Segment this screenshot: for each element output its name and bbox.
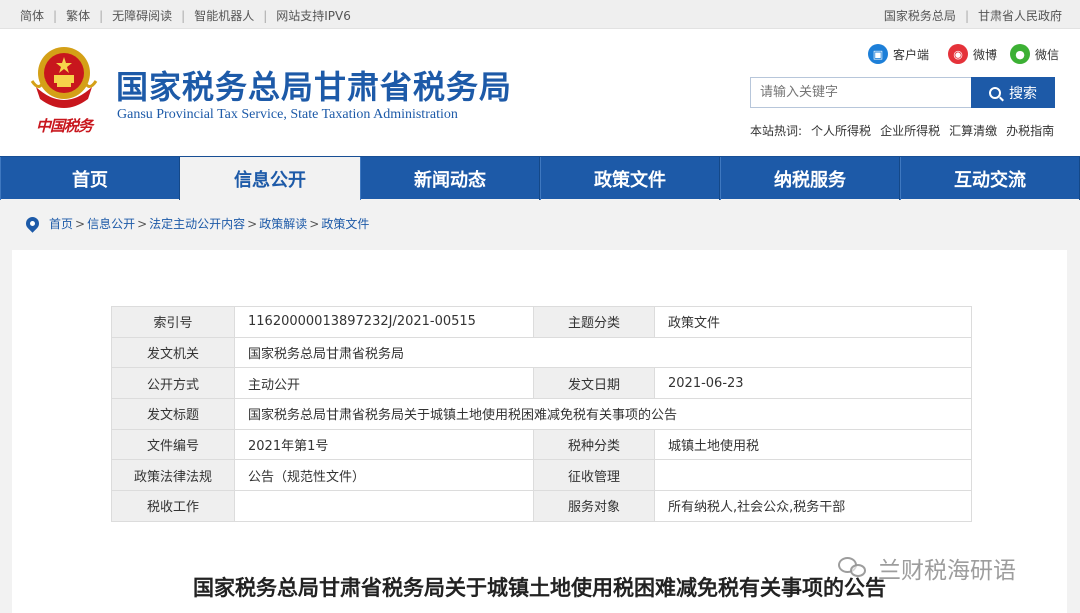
nav-home[interactable]: 首页 [0,157,180,200]
table-row: 政策法律法规 公告（规范性文件） 征收管理 [111,459,972,492]
breadcrumb-item[interactable]: 政策解读 [259,215,307,232]
wechat-bubbles-icon [838,557,868,579]
meta-label: 征收管理 [533,459,655,492]
hotword-link[interactable]: 个人所得税 [811,122,871,139]
breadcrumb-item[interactable]: 信息公开 [87,215,135,232]
meta-value: 11620000013897232J/2021-00515 [234,306,534,338]
logo-caption: 中国税务 [36,117,93,135]
breadcrumb-separator: > [309,216,320,231]
table-row: 税收工作 服务对象 所有纳税人,社会公众,税务干部 [111,490,972,522]
divider: | [99,8,104,23]
meta-label: 发文标题 [111,398,235,430]
search-input[interactable] [750,77,971,108]
wechat-icon: ● [1010,44,1030,64]
top-left-links: 简体 | 繁体 | 无障碍阅读 | 智能机器人 | 网站支持IPV6 [20,7,351,24]
hotword-link[interactable]: 办税指南 [1006,122,1054,139]
hotwords-label: 本站热词: [750,124,803,138]
watermark-text: 兰财税海研语 [878,558,1016,584]
watermark: 兰财税海研语 [838,551,1016,585]
breadcrumb-separator: > [247,216,258,231]
breadcrumb-item[interactable]: 政策文件 [321,215,369,232]
meta-label: 服务对象 [533,490,655,522]
site-header: 中国税务 国家税务总局甘肃省税务局 Gansu Provincial Tax S… [0,29,1080,156]
meta-value: 所有纳税人,社会公众,税务干部 [654,490,972,522]
table-row: 发文标题 国家税务总局甘肃省税务局关于城镇土地使用税困难减免税有关事项的公告 [111,398,972,430]
breadcrumb-item[interactable]: 法定主动公开内容 [149,215,245,232]
table-row: 公开方式 主动公开 发文日期 2021-06-23 [111,367,972,400]
site-title[interactable]: 国家税务总局甘肃省税务局 [116,62,512,108]
search-button-label: 搜索 [1009,85,1037,102]
meta-value: 公告（规范性文件） [234,459,534,492]
meta-label: 税种分类 [533,428,655,461]
meta-label: 政策法律法规 [111,459,235,492]
breadcrumb-separator: > [75,216,86,231]
divider: | [181,8,186,23]
site-subtitle: Gansu Provincial Tax Service, State Taxa… [117,107,458,122]
meta-value: 城镇土地使用税 [654,428,972,461]
tax-emblem-icon[interactable] [30,43,98,113]
meta-label: 发文机关 [111,336,235,369]
link-simplified[interactable]: 简体 [20,7,44,24]
nav-policy[interactable]: 政策文件 [540,157,720,200]
client-icon: ▣ [868,44,888,64]
table-row: 索引号 11620000013897232J/2021-00515 主题分类 政… [111,306,972,338]
nav-tax-service[interactable]: 纳税服务 [720,157,900,200]
breadcrumb: 首页 > 信息公开 > 法定主动公开内容 > 政策解读 > 政策文件 [23,214,369,233]
breadcrumb-item[interactable]: 首页 [49,215,73,232]
nav-news[interactable]: 新闻动态 [360,157,540,200]
wechat-label: 微信 [1035,47,1060,62]
hotword-link[interactable]: 汇算清缴 [949,122,997,139]
link-robot[interactable]: 智能机器人 [194,7,254,24]
link-traditional[interactable]: 繁体 [66,7,90,24]
divider: | [263,8,268,23]
nav-info-disclosure[interactable]: 信息公开 [180,157,360,200]
meta-value [234,490,534,522]
meta-value: 2021-06-23 [654,367,972,400]
search-button[interactable]: 搜索 [971,77,1055,108]
meta-label: 公开方式 [111,367,235,400]
hot-keywords: 本站热词: 个人所得税 企业所得税 汇算清缴 办税指南 [750,122,1054,139]
weibo-link[interactable]: ◉ 微博 [948,44,997,64]
meta-label: 文件编号 [111,428,235,461]
meta-value: 2021年第1号 [234,428,534,461]
divider: | [53,8,58,23]
client-link[interactable]: ▣ 客户端 [868,44,929,64]
meta-label: 发文日期 [533,367,655,400]
client-label: 客户端 [893,47,930,62]
weibo-label: 微博 [973,47,998,62]
document-metadata-table: 索引号 11620000013897232J/2021-00515 主题分类 政… [111,306,972,522]
meta-label: 主题分类 [533,306,655,338]
nav-interaction[interactable]: 互动交流 [900,157,1080,200]
location-pin-icon [23,214,42,233]
meta-value: 国家税务总局甘肃省税务局关于城镇土地使用税困难减免税有关事项的公告 [234,398,972,430]
table-row: 文件编号 2021年第1号 税种分类 城镇土地使用税 [111,428,972,461]
main-nav: 首页 信息公开 新闻动态 政策文件 纳税服务 互动交流 [0,156,1080,200]
search-icon [989,86,1001,99]
top-utility-bar: 简体 | 繁体 | 无障碍阅读 | 智能机器人 | 网站支持IPV6 国家税务总… [0,0,1080,29]
meta-value: 主动公开 [234,367,534,400]
meta-value: 政策文件 [654,306,972,338]
link-gansu-gov[interactable]: 甘肃省人民政府 [978,7,1062,24]
link-state-tax[interactable]: 国家税务总局 [884,7,956,24]
weibo-icon: ◉ [948,44,968,64]
wechat-link[interactable]: ● 微信 [1010,44,1059,64]
link-accessibility[interactable]: 无障碍阅读 [112,7,172,24]
meta-label: 索引号 [111,306,235,338]
breadcrumb-separator: > [137,216,148,231]
top-right-links: 国家税务总局 | 甘肃省人民政府 [884,7,1062,24]
meta-value [654,459,972,492]
hotword-link[interactable]: 企业所得税 [880,122,940,139]
meta-label: 税收工作 [111,490,235,522]
table-row: 发文机关 国家税务总局甘肃省税务局 [111,336,972,369]
meta-value: 国家税务总局甘肃省税务局 [234,336,972,369]
link-ipv6[interactable]: 网站支持IPV6 [276,7,351,24]
divider: | [964,8,969,23]
